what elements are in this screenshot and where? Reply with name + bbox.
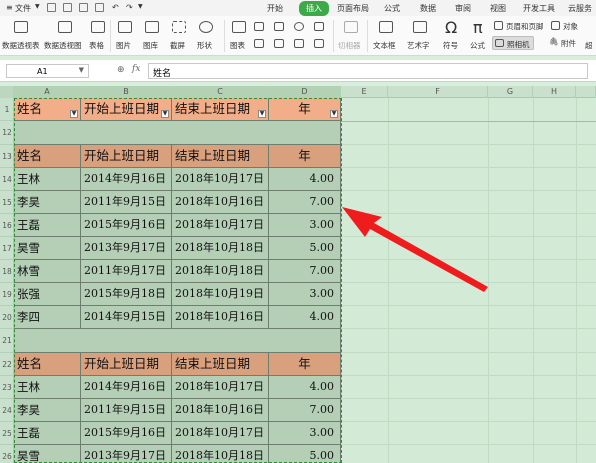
table-button[interactable]: 表格 (88, 16, 108, 56)
tab-data[interactable]: 数据 (420, 3, 436, 14)
spreadsheet-grid[interactable]: A B C D E F G H 1 12 13 14 15 16 17 18 1… (0, 86, 596, 463)
more-chart-icon (314, 22, 324, 31)
object-icon (551, 21, 560, 30)
pie-chart-icon (294, 22, 304, 31)
stock-chart-icon (294, 39, 304, 48)
screenshot-icon (172, 21, 186, 33)
more-ribbon-button[interactable]: 超 (585, 40, 596, 52)
shape-button[interactable]: 形状 (195, 16, 219, 56)
chart-button[interactable]: 图表 (228, 16, 252, 56)
redo-icon[interactable]: ↷ (126, 3, 133, 12)
line-chart-icon (274, 22, 284, 31)
tab-view[interactable]: 视图 (490, 3, 506, 14)
column-chart-icon (254, 22, 264, 31)
quick-access-dropdown-icon[interactable]: ▼ (138, 3, 143, 10)
equation-button[interactable]: π 公式 (467, 16, 491, 56)
slicer-button[interactable]: 切相器 (337, 16, 365, 56)
shape-icon (199, 21, 213, 33)
tab-page-layout[interactable]: 页面布局 (337, 3, 369, 14)
undo-icon[interactable]: ↶ (112, 3, 119, 12)
pivot-chart-icon (58, 21, 72, 33)
attachment-button[interactable]: 🖇 附件 (549, 37, 581, 49)
gallery-button[interactable]: 图库 (141, 16, 165, 56)
header-footer-button[interactable]: 页眉和页脚 (494, 20, 548, 32)
name-box-dropdown-icon[interactable]: ▼ (79, 66, 84, 74)
tab-insert[interactable]: 插入 (299, 1, 329, 16)
menu-bar: ≡ 文件 ▼ ↶ ↷ ▼ 开始 插入 页面布局 公式 数据 审阅 视图 开发工具… (0, 0, 596, 16)
picture-icon (118, 21, 132, 33)
slicer-icon (344, 21, 358, 33)
table-icon (91, 21, 105, 33)
textbox-icon (379, 21, 393, 33)
header-footer-icon (494, 21, 503, 30)
fx-icon[interactable]: fx (132, 64, 140, 74)
scatter-chart-icon (274, 39, 284, 48)
gallery-icon (145, 21, 159, 33)
tab-formulas[interactable]: 公式 (384, 3, 400, 14)
formula-input[interactable]: 姓名 (148, 63, 588, 79)
object-button[interactable]: 对象 (551, 20, 583, 32)
screenshot-button[interactable]: 截屏 (168, 16, 192, 56)
ribbon-toolbar: 数据透视表 数据透视图 表格 图片 图库 截屏 形状 图表 切相器 文本框 艺术… (0, 16, 596, 56)
chart-icon (232, 21, 246, 33)
red-pointer-arrow (342, 207, 488, 292)
file-dropdown-icon[interactable]: ▼ (35, 3, 40, 10)
textbox-button[interactable]: 文本框 (371, 16, 401, 56)
wordart-icon (413, 21, 427, 33)
formula-bar: A1 ▼ ⊕ fx 姓名 (0, 60, 596, 82)
camera-icon (495, 39, 504, 47)
print-icon[interactable] (79, 3, 88, 12)
chart-types-group[interactable] (254, 20, 330, 52)
file-menu[interactable]: 文件 (15, 3, 31, 14)
omega-icon: Ω (445, 18, 458, 37)
preview-icon[interactable] (95, 3, 104, 12)
zoom-icon[interactable]: ⊕ (117, 65, 125, 75)
symbol-button[interactable]: Ω 符号 (440, 16, 464, 56)
pivot-table-icon (14, 21, 28, 33)
paperclip-icon: 🖇 (549, 37, 559, 46)
picture-button[interactable]: 图片 (114, 16, 138, 56)
tab-developer[interactable]: 开发工具 (523, 3, 555, 14)
radar-chart-icon (314, 39, 324, 48)
name-box[interactable]: A1 ▼ (6, 64, 89, 78)
wordart-button[interactable]: 艺术字 (405, 16, 435, 56)
tab-review[interactable]: 审阅 (455, 3, 471, 14)
tab-home[interactable]: 开始 (267, 3, 283, 14)
export-icon[interactable] (63, 3, 72, 12)
area-chart-icon (254, 39, 264, 48)
pivot-chart-button[interactable]: 数据透视图 (44, 16, 88, 56)
pi-icon: π (473, 18, 483, 37)
tab-cloud[interactable]: 云服务 (568, 3, 592, 14)
save-icon[interactable] (47, 3, 56, 12)
pivot-table-button[interactable]: 数据透视表 (2, 16, 42, 56)
camera-button[interactable]: 照相机 (492, 36, 534, 50)
menu-icon[interactable]: ≡ (6, 3, 13, 12)
